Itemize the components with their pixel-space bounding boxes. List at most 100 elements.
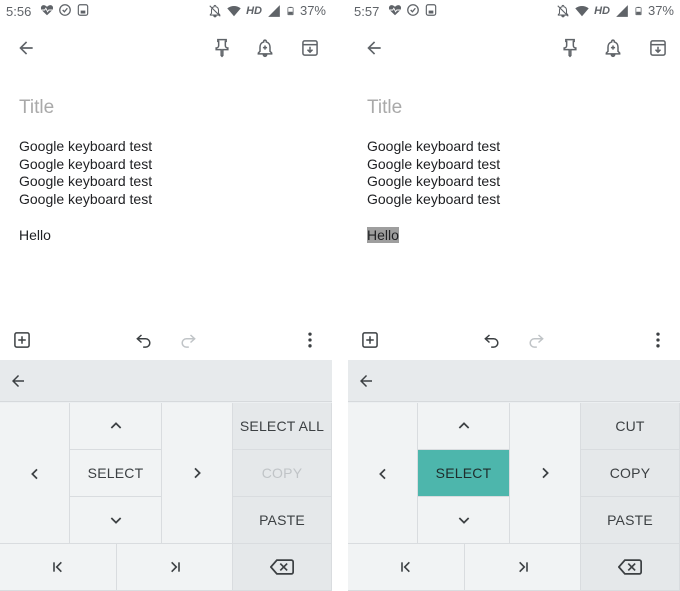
keyboard-back-button[interactable] — [354, 369, 378, 393]
keyboard-header — [0, 360, 332, 402]
back-arrow-icon — [19, 41, 33, 55]
screen-left: 5:56 HD 37% Title Google keyboard test G… — [0, 0, 332, 591]
jump-end-icon — [518, 561, 528, 573]
jump-start-icon — [401, 561, 410, 573]
select-key[interactable]: SELECT — [70, 450, 162, 497]
copy-key[interactable]: COPY — [581, 450, 680, 497]
select-all-key[interactable]: SELECT ALL — [233, 403, 332, 450]
note-toolbar — [0, 30, 332, 66]
selected-text-highlight[interactable]: Hello — [367, 226, 399, 243]
jump-start-key[interactable] — [0, 544, 117, 591]
heart-pulse-icon — [40, 5, 54, 16]
back-button[interactable] — [12, 34, 40, 62]
chevron-up-icon — [110, 422, 121, 429]
notifications-off-icon — [557, 4, 569, 17]
chevron-down-icon — [110, 517, 121, 524]
note-title-field[interactable]: Title — [19, 97, 54, 119]
note-line: Google keyboard test — [19, 173, 153, 190]
assistant-icon — [425, 4, 437, 16]
back-button[interactable] — [360, 34, 388, 62]
battery-icon — [635, 6, 642, 15]
note-blank-line — [19, 209, 152, 227]
reminder-button[interactable] — [251, 34, 279, 62]
jump-start-icon — [53, 561, 62, 573]
paste-key[interactable]: PASTE — [233, 497, 332, 544]
add-box-button[interactable] — [358, 328, 382, 352]
screen-right: 5:57 HD 37% Title Google keyboard test G… — [348, 0, 680, 591]
pin-button[interactable] — [556, 34, 584, 62]
archive-icon — [302, 40, 318, 56]
note-body-field[interactable]: Google keyboard test Google keyboard tes… — [19, 138, 152, 245]
heart-pulse-icon — [388, 5, 402, 16]
archive-button[interactable] — [644, 34, 672, 62]
undo-button[interactable] — [132, 328, 156, 352]
cursor-up-key[interactable] — [70, 403, 162, 450]
cursor-up-key[interactable] — [418, 403, 510, 450]
jump-end-key[interactable] — [465, 544, 581, 591]
note-line: Google keyboard test — [367, 173, 501, 190]
face-icon — [407, 4, 419, 16]
jump-start-key[interactable] — [348, 544, 465, 591]
more-options-button[interactable] — [298, 328, 322, 352]
note-line: Google keyboard test — [19, 191, 153, 208]
note-line-hello: Hello — [367, 226, 500, 245]
more-vert-icon — [308, 332, 312, 348]
redo-button[interactable] — [524, 328, 548, 352]
battery-icon — [287, 6, 294, 15]
undo-icon — [136, 334, 151, 348]
keyboard-back-button[interactable] — [6, 369, 30, 393]
pin-button[interactable] — [208, 34, 236, 62]
reminder-bell-icon — [605, 39, 621, 58]
more-options-button[interactable] — [646, 328, 670, 352]
cursor-right-key[interactable] — [510, 403, 581, 544]
cut-key[interactable]: CUT — [581, 403, 680, 450]
note-title-field[interactable]: Title — [367, 97, 402, 119]
chevron-down-icon — [458, 517, 469, 524]
paste-key[interactable]: PASTE — [581, 497, 680, 544]
chevron-left-icon — [379, 468, 386, 479]
back-arrow-icon — [12, 375, 24, 387]
add-box-icon — [14, 332, 30, 348]
undo-button[interactable] — [480, 328, 504, 352]
status-bar: 5:56 HD 37% — [0, 0, 332, 22]
add-box-icon — [362, 332, 378, 348]
status-bar: 5:57 HD 37% — [348, 0, 680, 22]
archive-button[interactable] — [296, 34, 324, 62]
redo-button[interactable] — [176, 328, 200, 352]
battery-percent: 37% — [299, 3, 326, 18]
note-blank-line — [367, 209, 500, 227]
backspace-key[interactable] — [581, 544, 680, 591]
jump-end-icon — [170, 561, 180, 573]
signal-icon — [268, 4, 280, 17]
copy-key[interactable]: COPY — [233, 450, 332, 497]
note-line: Google keyboard test — [19, 138, 153, 154]
cursor-left-key[interactable] — [348, 450, 418, 497]
cursor-down-key[interactable] — [70, 497, 162, 544]
chevron-left-icon — [31, 468, 38, 479]
cursor-right-key[interactable] — [162, 403, 233, 544]
pin-icon — [563, 38, 577, 58]
chevron-right-icon — [542, 467, 549, 479]
keyboard-spacer — [348, 497, 418, 544]
cursor-left-key[interactable] — [0, 450, 70, 497]
status-left-icons — [388, 3, 438, 17]
pin-icon — [215, 38, 229, 58]
note-line: Google keyboard test — [19, 155, 153, 172]
backspace-icon — [618, 559, 642, 575]
keyboard-spacer — [0, 497, 70, 544]
back-arrow-icon — [360, 375, 372, 387]
status-time: 5:56 — [6, 4, 32, 19]
select-key-active[interactable]: SELECT — [418, 450, 510, 497]
keyboard-header — [348, 360, 680, 402]
wifi-icon — [575, 5, 589, 16]
cursor-down-key[interactable] — [418, 497, 510, 544]
reminder-button[interactable] — [599, 34, 627, 62]
jump-end-key[interactable] — [117, 544, 233, 591]
add-box-button[interactable] — [10, 328, 34, 352]
backspace-key[interactable] — [233, 544, 332, 591]
network-type: HD — [594, 4, 610, 17]
redo-icon — [529, 334, 544, 348]
chevron-right-icon — [194, 467, 201, 479]
backspace-icon — [270, 559, 294, 575]
note-body-field[interactable]: Google keyboard test Google keyboard tes… — [367, 138, 500, 245]
